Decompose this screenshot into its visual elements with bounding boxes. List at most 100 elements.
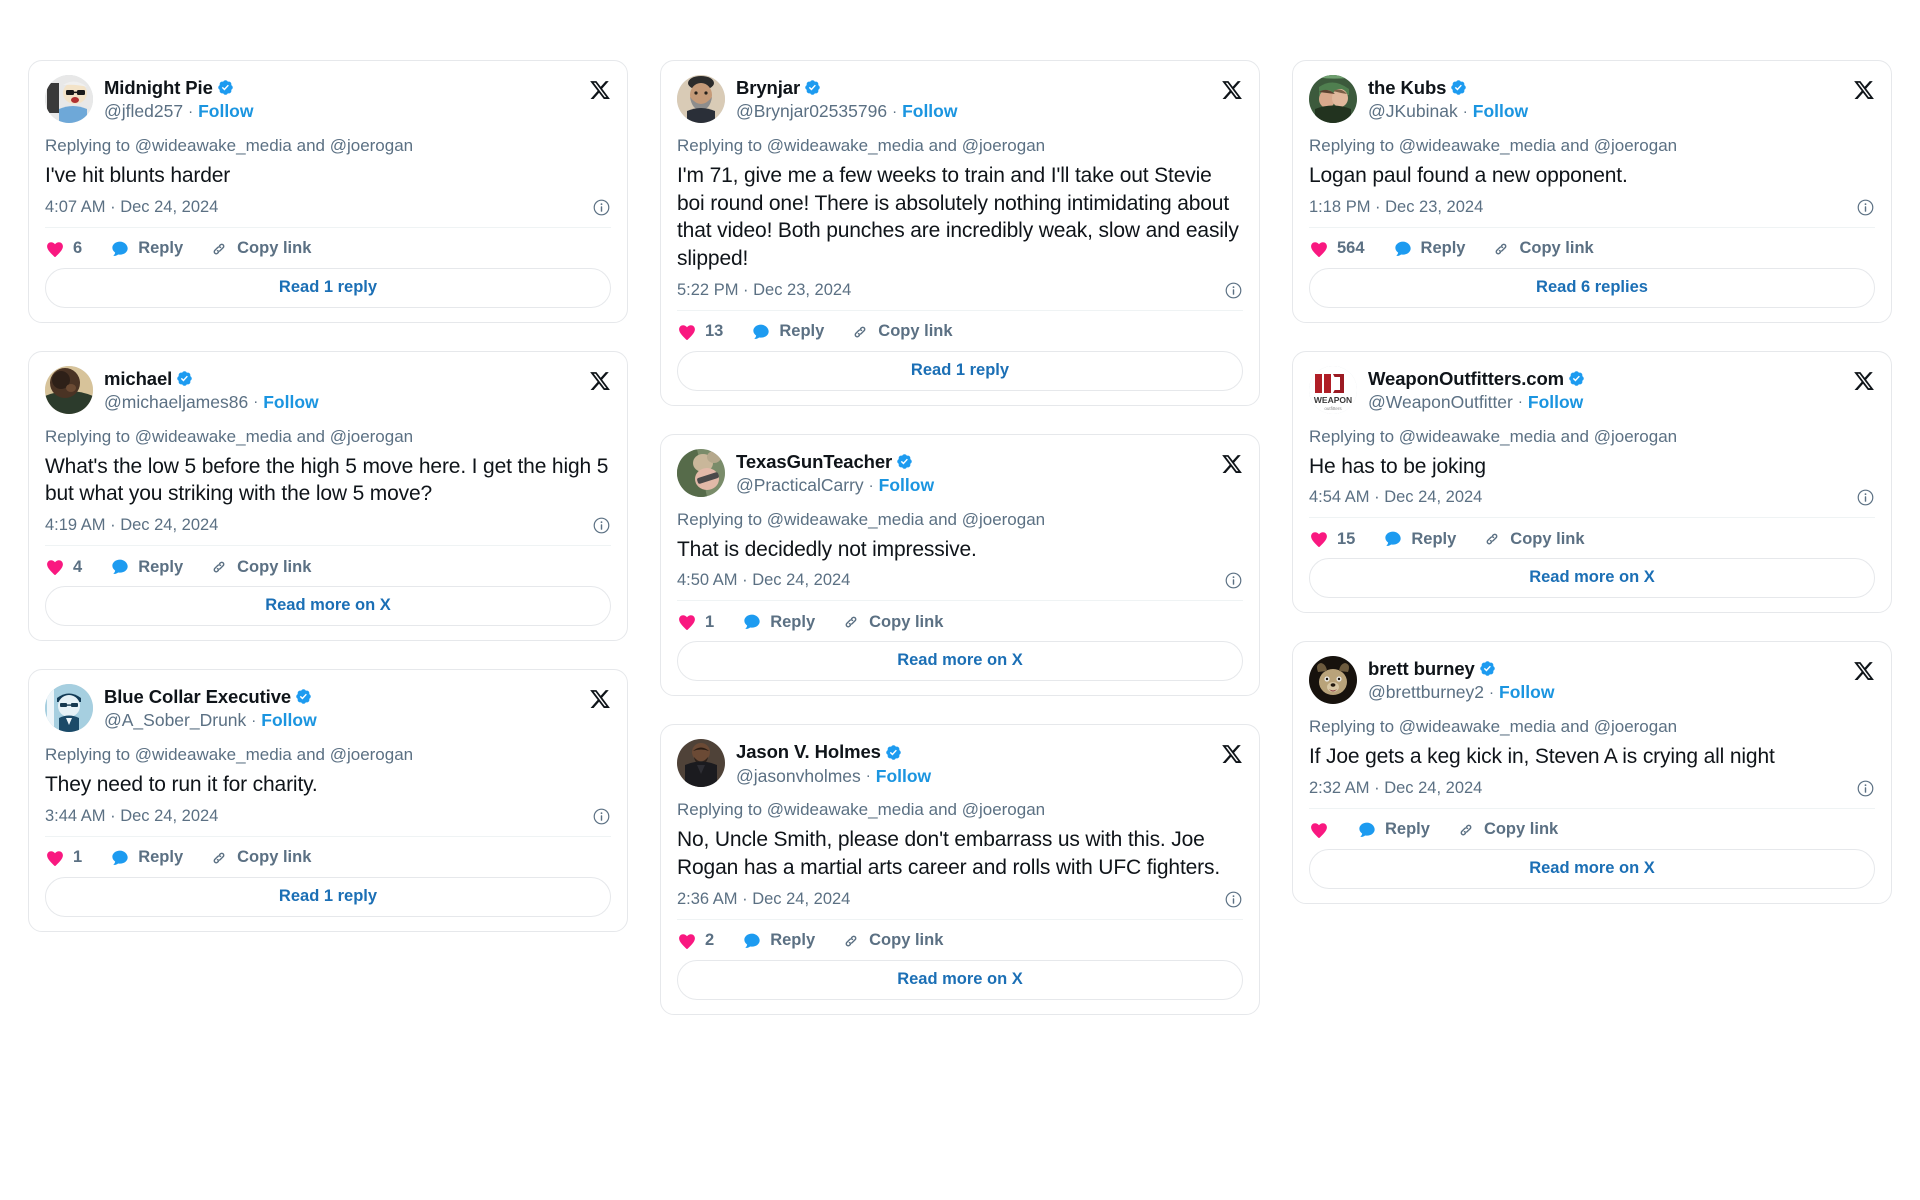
follow-button[interactable]: Follow: [1528, 391, 1583, 414]
reply-button[interactable]: Reply: [1357, 820, 1430, 840]
info-icon[interactable]: [1856, 779, 1875, 798]
read-more-button[interactable]: Read more on X: [677, 959, 1243, 1000]
link-chain-icon: [1482, 529, 1502, 549]
like-button[interactable]: 6: [45, 239, 82, 259]
follow-button[interactable]: Follow: [879, 474, 934, 497]
replying-to-text: Replying to @wideawake_media and @joerog…: [677, 136, 1046, 155]
reply-label: Reply: [1411, 529, 1457, 548]
reply-button[interactable]: Reply: [1383, 529, 1456, 549]
follow-button[interactable]: Follow: [263, 391, 318, 414]
avatar[interactable]: [677, 448, 725, 497]
reply-button[interactable]: Reply: [110, 239, 183, 259]
x-logo-icon[interactable]: [1853, 370, 1875, 392]
x-logo-icon[interactable]: [1221, 453, 1243, 475]
avatar[interactable]: [45, 75, 93, 123]
tweet-card-weaponoutfitter[interactable]: WEAPON outfitters WeaponOutfitters.com @…: [1292, 350, 1892, 614]
x-logo-icon[interactable]: [1221, 79, 1243, 101]
x-logo-icon[interactable]: [589, 370, 611, 392]
info-icon[interactable]: [592, 516, 611, 535]
reply-button[interactable]: Reply: [751, 322, 824, 342]
follow-button[interactable]: Follow: [902, 100, 957, 123]
follow-button[interactable]: Follow: [1499, 681, 1554, 704]
tweet-card-practicalcarry[interactable]: TexasGunTeacher @PracticalCarry · Follow…: [660, 433, 1260, 697]
follow-button[interactable]: Follow: [876, 765, 931, 788]
author-handle: @JKubinak: [1368, 101, 1458, 122]
read-more-button[interactable]: Read 1 reply: [45, 876, 611, 917]
info-icon[interactable]: [1224, 571, 1243, 590]
tweet-card-a_sober_drunk[interactable]: Blue Collar Executive @A_Sober_Drunk · F…: [28, 669, 628, 932]
separator-dot: ·: [865, 767, 871, 785]
avatar[interactable]: [45, 365, 93, 414]
author-name-row: brett burney: [1368, 657, 1554, 680]
copy-link-button[interactable]: Copy link: [209, 848, 311, 868]
copy-link-button[interactable]: Copy link: [1456, 820, 1558, 840]
info-icon[interactable]: [1224, 281, 1243, 300]
info-icon[interactable]: [1856, 198, 1875, 217]
avatar[interactable]: [1309, 656, 1357, 705]
follow-button[interactable]: Follow: [261, 709, 316, 732]
follow-button[interactable]: Follow: [198, 100, 253, 123]
read-more-button[interactable]: Read 1 reply: [677, 350, 1243, 391]
info-icon[interactable]: [1224, 890, 1243, 909]
tweet-card-jfled257[interactable]: Midnight Pie @jfled257 · Follow Replying…: [28, 60, 628, 323]
like-button[interactable]: 4: [45, 557, 82, 577]
copy-link-button[interactable]: Copy link: [1491, 239, 1594, 259]
tweet-card-jkubinak[interactable]: the Kubs @JKubinak · Follow Replying to …: [1292, 60, 1892, 323]
author-identity: the Kubs @JKubinak · Follow: [1368, 75, 1528, 123]
read-more-button[interactable]: Read more on X: [45, 586, 611, 627]
like-button[interactable]: [1309, 820, 1329, 840]
avatar[interactable]: [1309, 75, 1357, 123]
like-button[interactable]: 13: [677, 322, 723, 342]
info-icon[interactable]: [592, 198, 611, 217]
like-button[interactable]: 15: [1309, 529, 1355, 549]
like-button[interactable]: 564: [1309, 239, 1365, 259]
read-more-button[interactable]: Read more on X: [1309, 848, 1875, 889]
reply-label: Reply: [138, 848, 184, 867]
like-button[interactable]: 2: [677, 931, 714, 951]
avatar[interactable]: [677, 75, 725, 123]
tweet-card-jasonvholmes[interactable]: Jason V. Holmes @jasonvholmes · Follow R…: [660, 724, 1260, 1015]
like-button[interactable]: 1: [677, 612, 714, 632]
reply-button[interactable]: Reply: [110, 557, 183, 577]
x-logo-icon[interactable]: [1853, 660, 1875, 682]
copy-link-button[interactable]: Copy link: [1482, 529, 1585, 549]
tweet-card-brynjar02535796[interactable]: Brynjar @Brynjar02535796 · Follow Replyi…: [660, 60, 1260, 406]
link-chain-icon: [841, 612, 861, 632]
read-more-button[interactable]: Read 6 replies: [1309, 267, 1875, 308]
follow-button[interactable]: Follow: [1473, 100, 1528, 123]
avatar[interactable]: [677, 739, 725, 788]
info-icon[interactable]: [592, 807, 611, 826]
engagement-actions: 4 Reply Copy link: [45, 546, 611, 586]
avatar[interactable]: [45, 684, 93, 733]
replying-to-text: Replying to @wideawake_media and @joerog…: [1309, 136, 1678, 155]
copy-link-button[interactable]: Copy link: [841, 931, 943, 951]
verified-badge-icon: [295, 688, 312, 705]
tweet-card-brettburney2[interactable]: brett burney @brettburney2 · Follow Repl…: [1292, 641, 1892, 904]
reply-button[interactable]: Reply: [1393, 239, 1465, 259]
read-more-button[interactable]: Read more on X: [1309, 558, 1875, 599]
author-identity: michael @michaeljames86 · Follow: [104, 366, 319, 414]
read-more-button[interactable]: Read 1 reply: [45, 267, 611, 308]
copy-link-button[interactable]: Copy link: [850, 322, 953, 342]
read-more-button[interactable]: Read more on X: [677, 641, 1243, 682]
avatar[interactable]: WEAPON outfitters: [1309, 365, 1357, 414]
like-button[interactable]: 1: [45, 848, 82, 868]
tweet-card-michaeljames86[interactable]: michael @michaeljames86 · Follow Replyin…: [28, 350, 628, 642]
info-icon[interactable]: [1856, 488, 1875, 507]
copy-link-button[interactable]: Copy link: [841, 612, 943, 632]
reply-button[interactable]: Reply: [110, 848, 183, 868]
verified-badge-icon: [176, 370, 193, 387]
tweet-header: the Kubs @JKubinak · Follow: [1309, 75, 1875, 123]
reply-label: Reply: [1385, 820, 1430, 839]
reply-button[interactable]: Reply: [742, 612, 815, 632]
x-logo-icon[interactable]: [1853, 79, 1875, 101]
tweet-timestamp: 4:54 AM · Dec 24, 2024: [1309, 488, 1483, 507]
copy-link-button[interactable]: Copy link: [209, 239, 311, 259]
copy-link-button[interactable]: Copy link: [209, 557, 311, 577]
x-logo-icon[interactable]: [589, 79, 611, 101]
copy-link-label: Copy link: [1510, 529, 1585, 548]
x-logo-icon[interactable]: [589, 688, 611, 710]
tweet-meta-row: 5:22 PM · Dec 23, 2024: [677, 281, 1243, 300]
x-logo-icon[interactable]: [1221, 743, 1243, 765]
reply-button[interactable]: Reply: [742, 931, 815, 951]
